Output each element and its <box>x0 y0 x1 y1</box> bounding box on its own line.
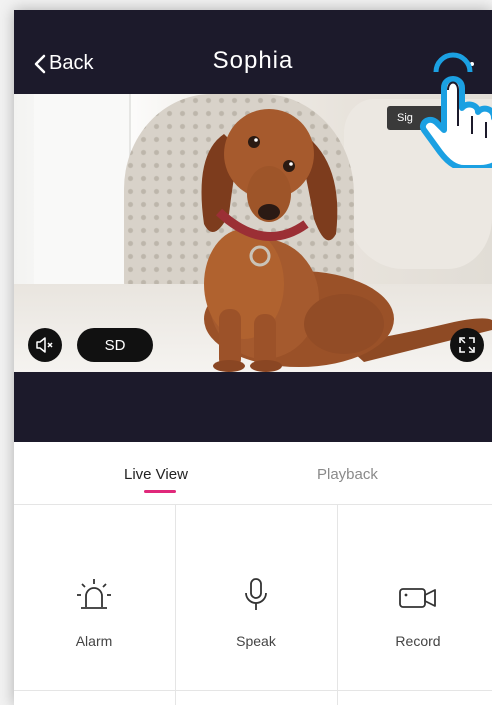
quality-label: SD <box>104 336 126 354</box>
video-camera-icon <box>399 588 436 608</box>
pointing-hand-icon <box>420 52 492 168</box>
speak-label: Speak <box>236 633 276 649</box>
fullscreen-icon <box>459 337 475 353</box>
fullscreen-button[interactable] <box>450 328 484 362</box>
signal-tooltip-text: Sig <box>397 112 413 124</box>
app-frame: Back Sophia Sig SD Live View Playback Al… <box>14 10 492 705</box>
tab-live-view[interactable]: Live View <box>124 466 188 483</box>
speaker-muted-icon <box>36 337 53 353</box>
alarm-icon <box>77 579 111 609</box>
record-button[interactable]: Record <box>338 505 492 690</box>
microphone-icon <box>245 578 267 610</box>
video-letterbox <box>14 372 492 442</box>
speak-button[interactable]: Speak <box>176 505 336 690</box>
alarm-button[interactable]: Alarm <box>14 505 174 690</box>
view-tabs: Live View Playback <box>14 442 492 505</box>
active-tab-indicator <box>144 490 176 493</box>
mute-button[interactable] <box>28 328 62 362</box>
tab-playback[interactable]: Playback <box>317 466 378 483</box>
grid-divider-horizontal <box>14 690 492 691</box>
alarm-label: Alarm <box>75 633 113 649</box>
action-grid: Alarm Speak Record <box>14 505 492 705</box>
quality-toggle-button[interactable]: SD <box>77 328 153 362</box>
record-label: Record <box>395 633 441 649</box>
